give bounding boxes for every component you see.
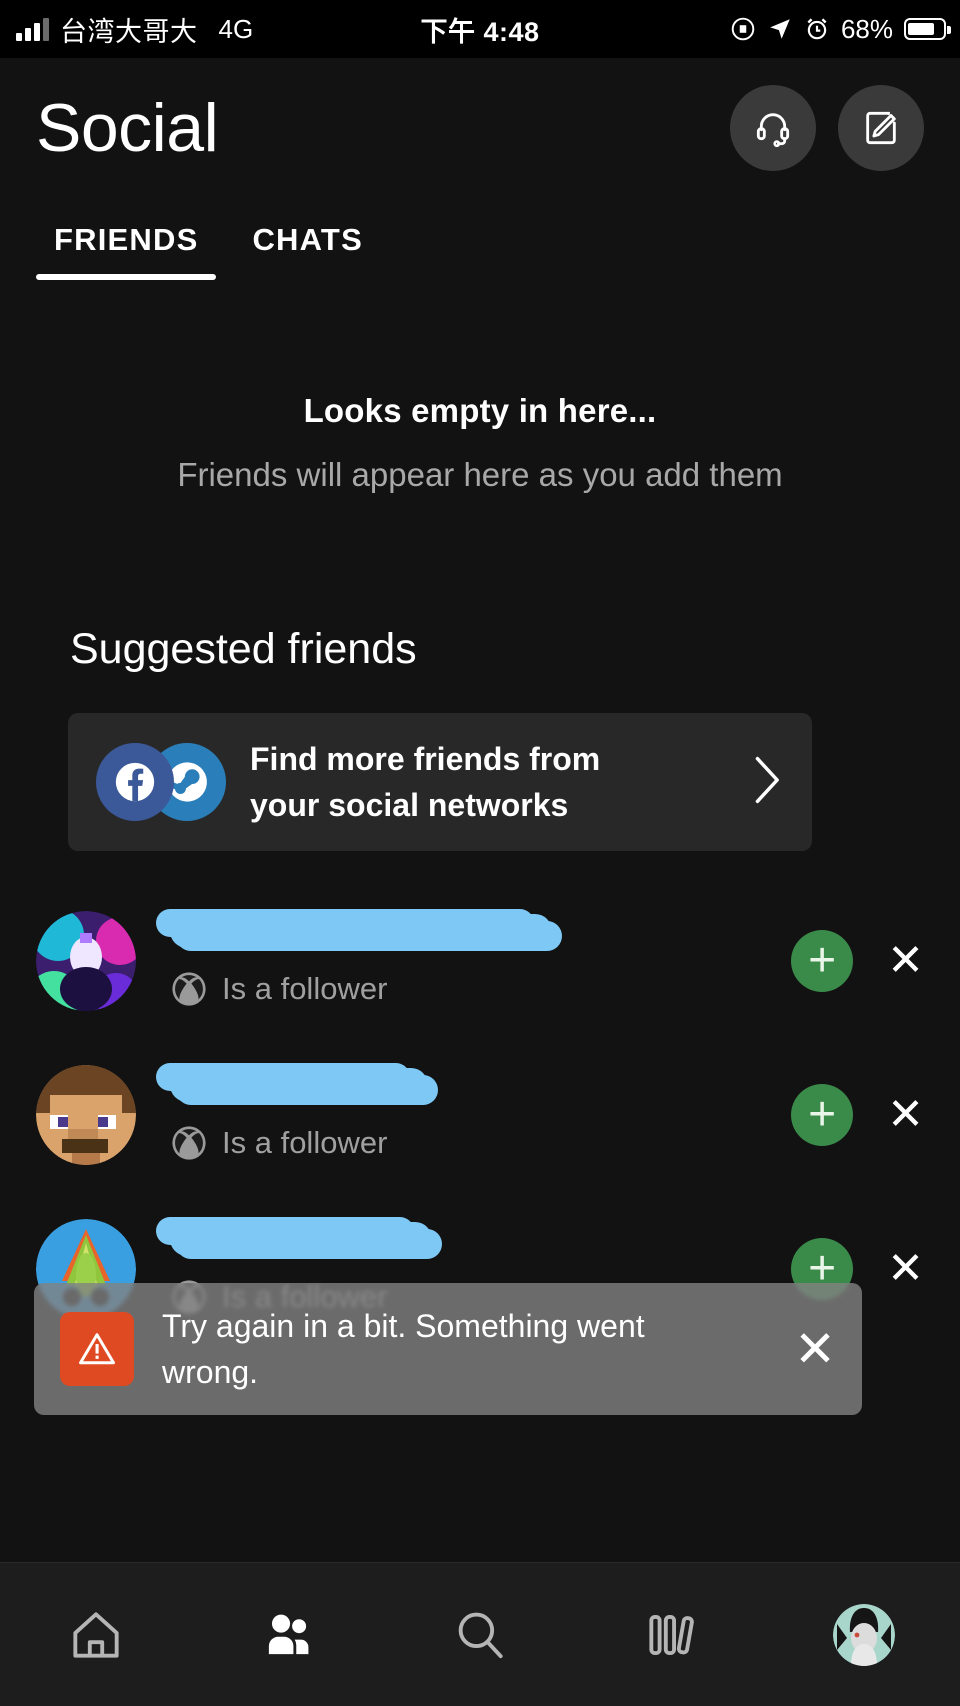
close-toast-button[interactable]: ✕	[794, 1324, 836, 1374]
rotation-lock-icon	[731, 17, 755, 41]
people-icon	[268, 1614, 309, 1654]
location-arrow-icon	[770, 19, 790, 39]
error-toast: Try again in a bit. Something went wrong…	[34, 1283, 862, 1415]
bottom-navigation	[0, 1562, 960, 1706]
friend-info: Is a follower	[156, 909, 791, 1008]
empty-state-subtitle: Friends will appear here as you add them	[177, 456, 783, 493]
home-icon	[73, 1611, 119, 1658]
empty-state: Looks empty in here... Friends will appe…	[0, 392, 960, 494]
redacted-gamertag	[156, 1063, 438, 1105]
compose-icon	[866, 111, 896, 145]
empty-state-title: Looks empty in here...	[303, 392, 657, 429]
suggested-friend-row[interactable]: Is a follower + ✕	[0, 884, 960, 1038]
dismiss-suggestion-button[interactable]: ✕	[887, 939, 924, 983]
battery-percent-label: 68%	[840, 13, 893, 44]
library-icon	[649, 1614, 694, 1655]
header-actions	[730, 85, 924, 171]
facebook-icon	[96, 743, 174, 821]
status-bar: 台湾大哥大 4G 下午 4:48 68%	[0, 0, 960, 58]
nav-profile[interactable]	[768, 1603, 960, 1666]
friend-info: Is a follower	[156, 1063, 791, 1162]
profile-avatar	[833, 1603, 895, 1666]
xbox-icon	[172, 972, 206, 1006]
find-friends-card[interactable]: Find more friends from your social netwo…	[68, 713, 812, 851]
chevron-right-icon	[744, 752, 784, 813]
search-icon	[458, 1612, 503, 1658]
redacted-gamertag	[156, 1217, 442, 1259]
party-chat-button[interactable]	[730, 85, 816, 171]
tab-friends[interactable]: FRIENDS	[36, 212, 217, 280]
friend-relationship: Is a follower	[170, 970, 791, 1008]
friend-row-actions: + ✕	[791, 930, 924, 992]
friend-row-actions: + ✕	[791, 1084, 924, 1146]
nav-library[interactable]	[576, 1604, 768, 1666]
status-bar-right: 68%	[730, 13, 951, 45]
battery-icon	[904, 18, 951, 40]
page-title: Social	[36, 90, 219, 166]
xbox-icon	[172, 1126, 206, 1160]
plus-icon: +	[808, 1088, 837, 1141]
suggested-friends-heading: Suggested friends	[70, 625, 417, 673]
app-header: Social	[0, 58, 960, 198]
avatar[interactable]	[36, 1065, 136, 1165]
avatar[interactable]	[36, 911, 136, 1011]
add-friend-button[interactable]: +	[791, 930, 854, 992]
find-friends-card-text: Find more friends from your social netwo…	[250, 736, 600, 829]
new-message-button[interactable]	[838, 85, 924, 171]
find-friends-line-2: your social networks	[250, 787, 569, 823]
relationship-label: Is a follower	[222, 1125, 388, 1160]
plus-icon: +	[808, 934, 837, 987]
relationship-label: Is a follower	[222, 971, 388, 1006]
alarm-icon	[807, 18, 827, 40]
suggested-friend-row[interactable]: Is a follower + ✕	[0, 1038, 960, 1192]
social-screen: 台湾大哥大 4G 下午 4:48 68% Social FRIENDS CHAT…	[0, 0, 960, 1706]
dismiss-suggestion-button[interactable]: ✕	[887, 1093, 924, 1137]
tab-bar: FRIENDS CHATS	[0, 212, 960, 280]
redacted-gamertag	[156, 909, 562, 951]
add-friend-button[interactable]: +	[791, 1084, 854, 1146]
nav-social[interactable]	[192, 1604, 384, 1666]
tab-chats[interactable]: CHATS	[234, 212, 380, 280]
error-toast-message: Try again in a bit. Something went wrong…	[162, 1307, 645, 1390]
warning-icon	[60, 1312, 134, 1386]
dismiss-suggestion-button[interactable]: ✕	[887, 1247, 924, 1291]
social-network-icons	[96, 743, 226, 821]
headset-icon	[756, 113, 790, 148]
nav-search[interactable]	[384, 1604, 576, 1666]
find-friends-line-1: Find more friends from	[250, 740, 601, 777]
nav-home[interactable]	[0, 1604, 192, 1666]
friend-relationship: Is a follower	[170, 1124, 791, 1162]
